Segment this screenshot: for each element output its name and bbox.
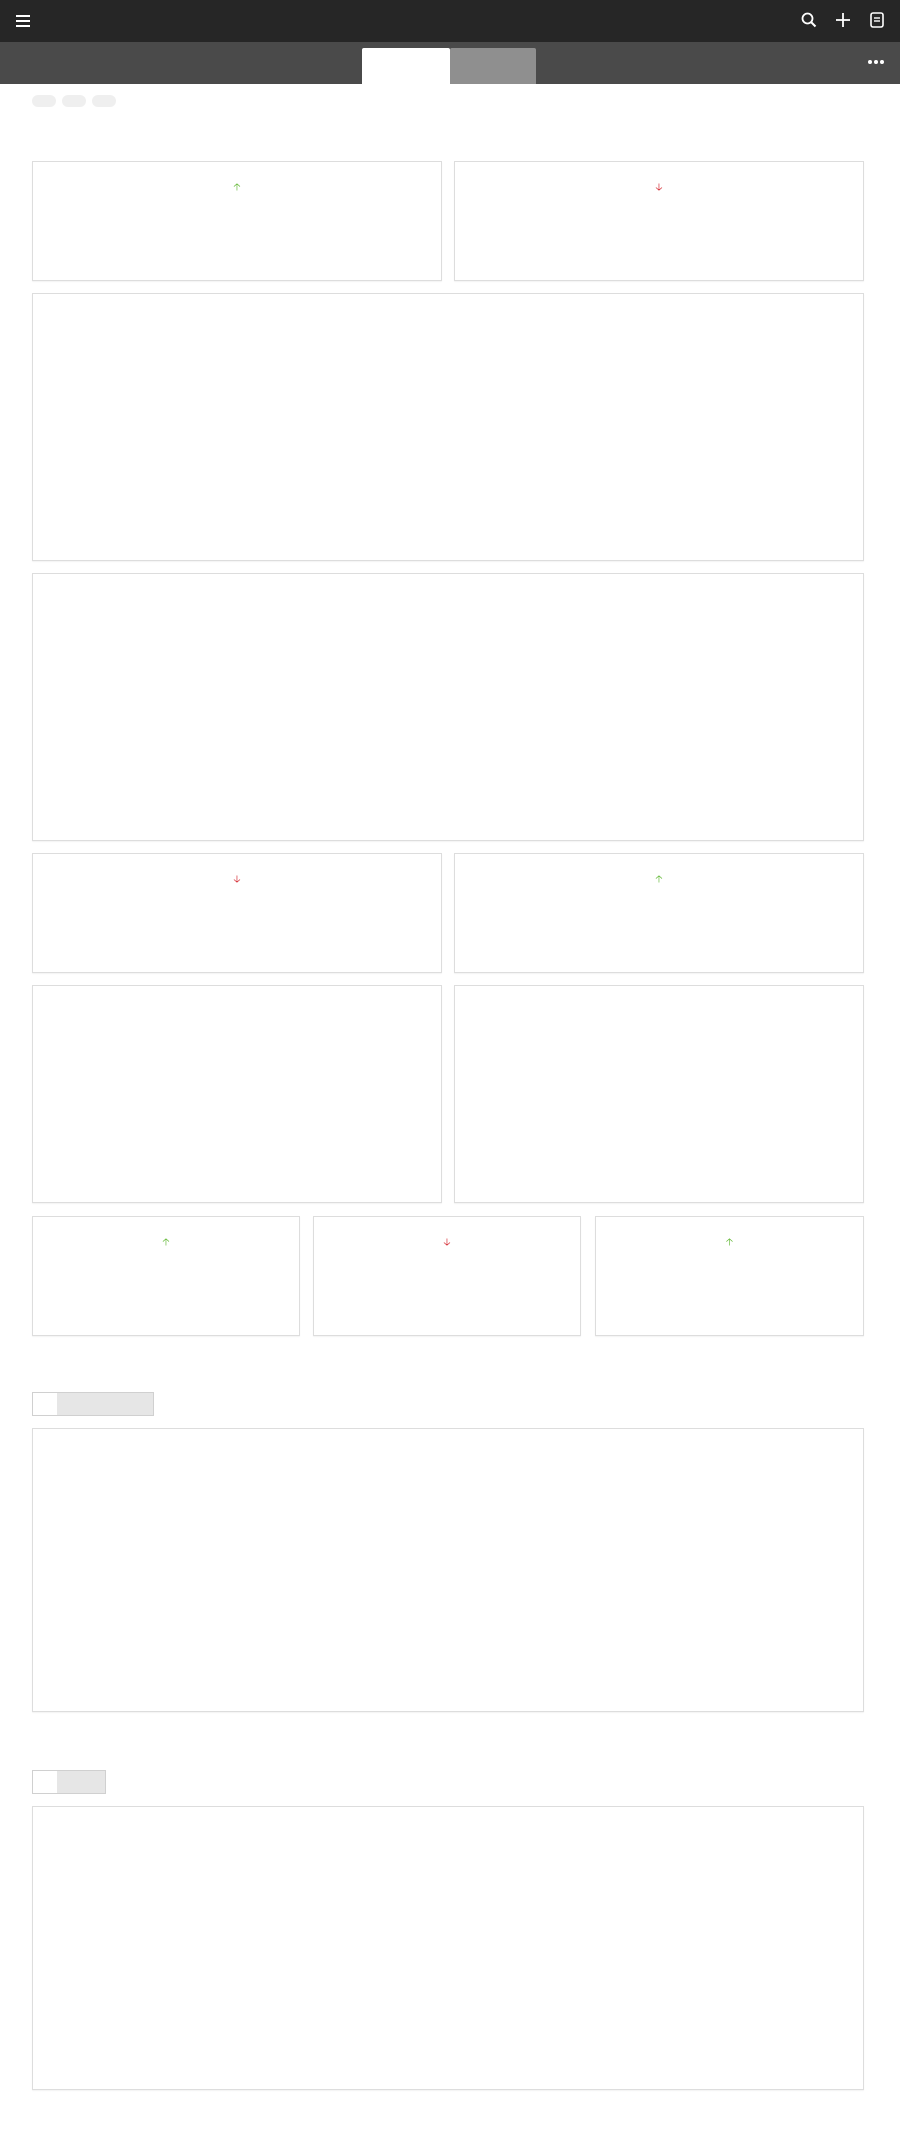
stat-card-added-to-work: 🡣 [313, 1216, 581, 1336]
email-response-time-card [32, 985, 442, 1203]
tab-number-of-emails[interactable] [81, 1771, 105, 1793]
arrow-down-icon: 🡣 [655, 182, 663, 193]
client-leaderboard-tabs [32, 1770, 106, 1794]
search-icon[interactable] [800, 11, 818, 29]
tab-email-received[interactable] [81, 1393, 105, 1415]
tab-avg-email-response-time[interactable] [33, 1393, 57, 1415]
stat-card-emails-sent: 🡣 [454, 161, 864, 281]
stat-card-avg-replies: 🡡 [454, 853, 864, 973]
time-of-day-card [32, 573, 864, 841]
tab-avg-number-of-replies[interactable] [57, 1393, 81, 1415]
menu-icon[interactable] [16, 12, 30, 28]
tab-volume-in-triage[interactable] [129, 1393, 153, 1415]
arrow-down-icon: 🡣 [443, 1237, 451, 1248]
top-bar [0, 0, 900, 42]
tab-email[interactable] [362, 48, 450, 84]
tab-work[interactable] [450, 48, 536, 84]
colleague-leaderboard-card [32, 1428, 864, 1712]
stat-delta: 🡡 [455, 872, 863, 889]
tab-days-since-last-contact[interactable] [33, 1771, 57, 1793]
stat-delta: 🡣 [314, 1235, 580, 1252]
notes-icon[interactable] [868, 11, 886, 29]
email-response-time-chart [33, 1021, 441, 1201]
time-of-day-chart [33, 606, 863, 836]
arrow-up-icon: 🡡 [162, 1237, 170, 1248]
daily-email-volume-chart [33, 326, 863, 556]
client-leaderboard-card [32, 1806, 864, 2090]
more-options-icon[interactable] [868, 60, 884, 64]
replies-per-conversation-card [454, 985, 864, 1203]
stat-card-added-to-contacts: 🡡 [32, 1216, 300, 1336]
colleague-leaderboard-tabs [32, 1392, 154, 1416]
stat-delta: 🡣 [33, 872, 441, 889]
filter-team[interactable] [62, 95, 86, 107]
arrow-up-icon: 🡡 [725, 1237, 734, 1248]
tab-bar [0, 42, 900, 84]
stat-card-avg-response-time: 🡣 [32, 853, 442, 973]
stat-delta: 🡡 [33, 180, 441, 197]
stat-delta: 🡡 [596, 1235, 863, 1252]
client-leaderboard-chart [33, 1845, 863, 2085]
stat-card-emails-received: 🡡 [32, 161, 442, 281]
filter-date-range[interactable] [32, 95, 56, 107]
plus-icon[interactable] [834, 11, 852, 29]
stat-delta: 🡡 [33, 1235, 299, 1252]
arrow-down-icon: 🡣 [233, 874, 241, 885]
filter-contact-type[interactable] [92, 95, 116, 107]
stat-delta: 🡣 [455, 180, 863, 197]
arrow-up-icon: 🡡 [233, 182, 241, 193]
tab-email-sent[interactable] [105, 1393, 129, 1415]
stat-card-assigned-to-colleagues: 🡡 [595, 1216, 864, 1336]
filter-bar [32, 95, 128, 107]
replies-per-conversation-chart [455, 1021, 863, 1201]
colleague-leaderboard-chart [33, 1467, 863, 1707]
arrow-up-icon: 🡡 [655, 874, 663, 885]
daily-email-volume-card [32, 293, 864, 561]
tab-avg-client-response-time[interactable] [57, 1771, 81, 1793]
